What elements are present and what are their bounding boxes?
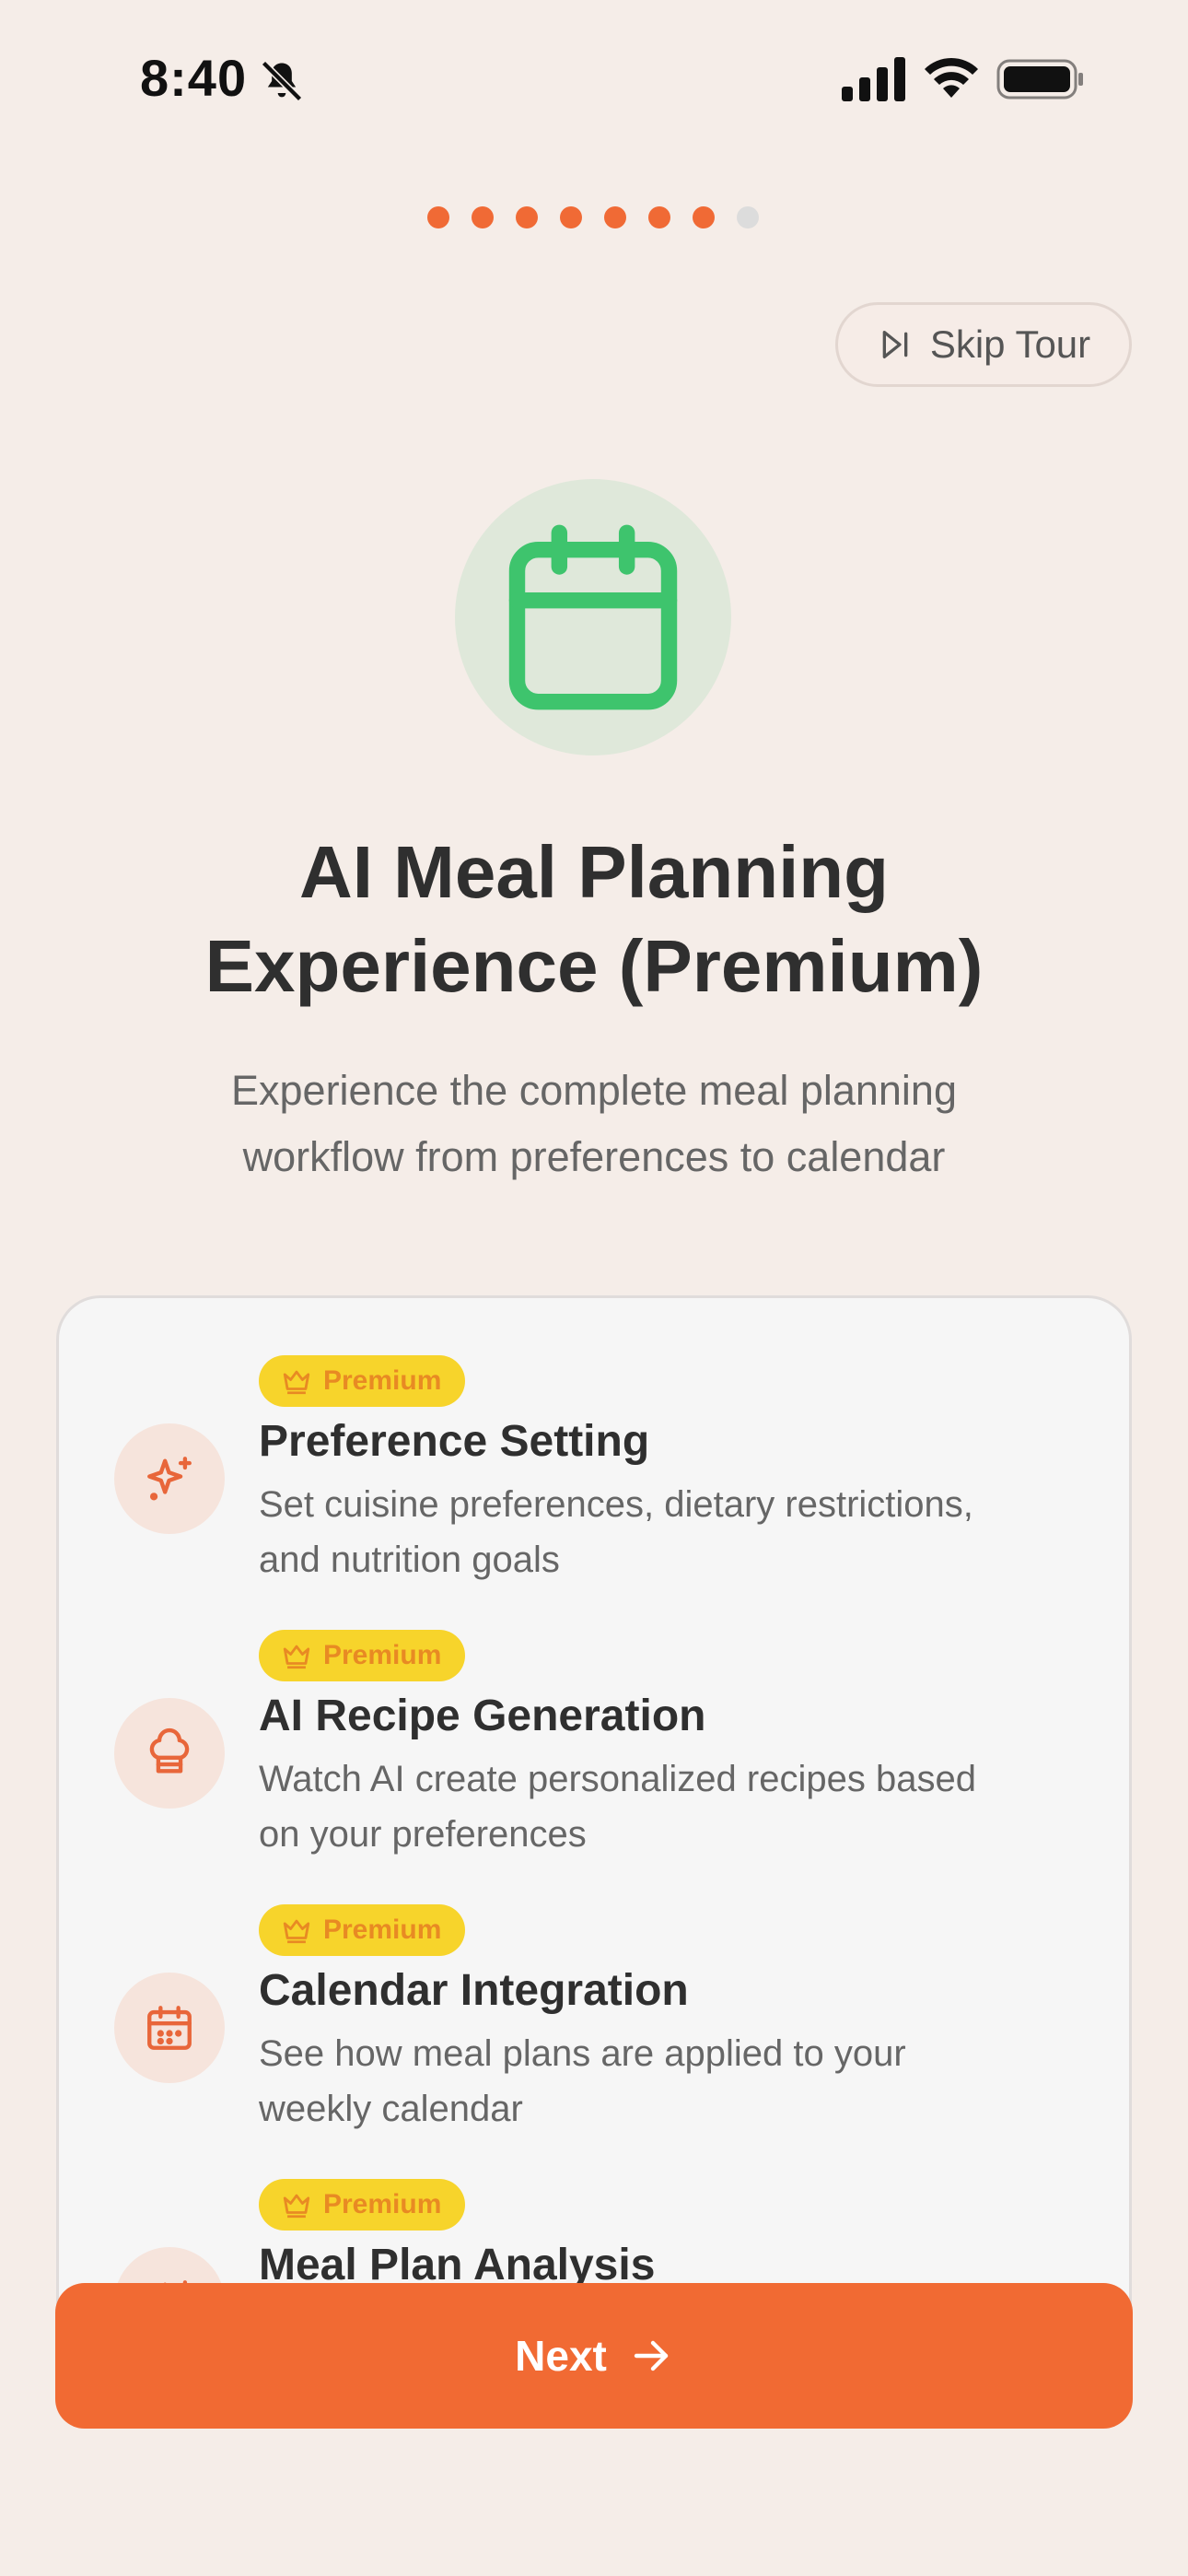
premium-badge: Premium — [259, 1904, 466, 1956]
feature-description-line: See how meal plans are applied to your — [259, 2033, 906, 2074]
page-subtitle-line1: Experience the complete meal planning — [231, 1067, 957, 1114]
premium-badge-label: Premium — [323, 2189, 442, 2219]
premium-badge-label: Premium — [323, 1914, 442, 1945]
progress-dot-current — [693, 206, 715, 228]
skip-tour-button[interactable]: Skip Tour — [835, 302, 1132, 387]
premium-badge: Premium — [259, 2179, 466, 2231]
status-time: 8:40 — [140, 49, 248, 107]
premium-badge-label: Premium — [323, 1640, 442, 1670]
progress-dot — [472, 206, 494, 228]
cellular-signal-icon — [842, 57, 905, 101]
page-title-line1: AI Meal Planning — [298, 831, 890, 913]
wifi-icon — [925, 57, 978, 98]
bell-slash-icon — [261, 60, 303, 102]
progress-dot — [648, 206, 670, 228]
premium-badge-label: Premium — [323, 1365, 442, 1396]
feature-title: AI Recipe Generation — [259, 1692, 706, 1740]
progress-dot — [737, 206, 759, 228]
page-subtitle: Experience the complete meal planning wo… — [175, 1058, 1013, 1190]
premium-badge: Premium — [259, 1355, 466, 1407]
feature-icon-circle — [114, 1698, 225, 1809]
crown-icon — [283, 1645, 310, 1669]
onboarding-screen: 8:40 Skip Tour AI Meal Planning Experien… — [0, 0, 1188, 2576]
sparkle-icon — [147, 1457, 192, 1501]
feature-description: Set cuisine preferences, dietary restric… — [259, 1477, 1088, 1587]
feature-title: Calendar Integration — [259, 1966, 689, 2015]
feature-description-line: Watch AI create personalized recipes bas… — [259, 1759, 976, 1799]
page-title: AI Meal Planning Experience (Premium) — [0, 825, 1188, 1013]
progress-dots — [427, 206, 759, 228]
next-button[interactable]: Next — [55, 2283, 1133, 2429]
page-title-line2: Experience (Premium) — [204, 925, 984, 1007]
chef-hat-icon — [149, 1728, 190, 1774]
hero-icon-circle — [455, 479, 731, 755]
crown-icon — [283, 1370, 310, 1395]
calendar-icon — [147, 2006, 192, 2050]
feature-description: See how meal plans are applied to your w… — [259, 2026, 1088, 2137]
page-subtitle-line2: workflow from preferences to calendar — [242, 1133, 946, 1180]
progress-dot — [427, 206, 449, 228]
progress-dot — [560, 206, 582, 228]
calendar-icon — [508, 524, 678, 710]
feature-icon-circle — [114, 1423, 225, 1534]
feature-title: Preference Setting — [259, 1417, 650, 1466]
next-button-label: Next — [515, 2332, 607, 2380]
arrow-right-icon — [634, 2340, 669, 2371]
feature-list-card[interactable]: Premium Preference Setting Set cuisine p… — [56, 1295, 1132, 2309]
feature-description: Watch AI create personalized recipes bas… — [259, 1751, 1088, 1862]
progress-dot — [516, 206, 538, 228]
feature-description-line: and nutrition goals — [259, 1540, 560, 1580]
feature-icon-circle — [114, 1973, 225, 2083]
feature-description-line: Set cuisine preferences, dietary restric… — [259, 1484, 973, 1525]
feature-description-line: weekly calendar — [259, 2089, 523, 2129]
feature-description-line: on your preferences — [259, 1814, 587, 1855]
battery-icon — [996, 59, 1083, 100]
crown-icon — [283, 1919, 310, 1944]
skip-tour-label: Skip Tour — [929, 322, 1091, 366]
skip-forward-icon — [882, 331, 908, 358]
progress-dot — [604, 206, 626, 228]
crown-icon — [283, 2194, 310, 2219]
premium-badge: Premium — [259, 1630, 466, 1681]
